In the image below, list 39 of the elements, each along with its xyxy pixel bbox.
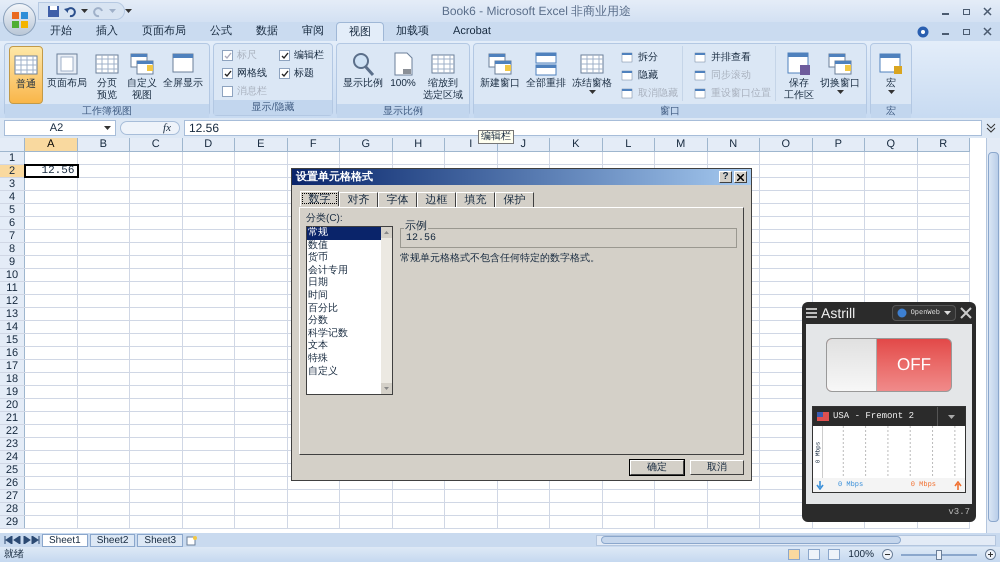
ribbon-button-label: 页面布局 [47, 78, 87, 90]
window-title: Book6 - Microsoft Excel 非商业用途 [440, 3, 632, 20]
ribbon-button-label: 预览 [97, 90, 117, 102]
ribbon-button-label: 普通 [16, 79, 36, 91]
ribbon-button-label: 保存 [789, 78, 809, 90]
checkbox-label: 编辑栏 [294, 48, 324, 63]
ribbon-button-label: 显示比例 [343, 78, 383, 90]
ribbon-button-label: 宏 [886, 78, 896, 90]
ribbon-group-label: 显示比例 [337, 104, 469, 119]
category-label: 分类(C): [306, 212, 344, 226]
ribbon-button-label: 分页 [97, 78, 117, 90]
ribbon-button-label: 冻结窗格 [572, 78, 612, 90]
sample-value: 12.56 [406, 232, 436, 246]
ribbon-button-label: 全屏显示 [163, 78, 203, 90]
sample-label: 示例 [404, 220, 428, 232]
ribbon-button-label: 缩放到 [428, 78, 458, 90]
ribbon-button-label: 选定区域 [423, 90, 463, 102]
table-cell-text: 12.56 [40, 165, 76, 177]
ribbon-button-label: 全部重排 [526, 78, 566, 90]
status-text: 就绪 [4, 548, 24, 562]
ribbon-group-label: 工作簿视图 [5, 104, 209, 119]
app-title: Astrill [821, 304, 856, 322]
version-label: v3.7 [948, 506, 970, 520]
ribbon-button-label: 100% [390, 78, 416, 90]
ribbon-group-label: 窗口 [474, 104, 866, 119]
checkbox-label: 标尺 [237, 48, 257, 63]
dialog-title: 设置单元格格式 [296, 170, 374, 185]
ribbon-button-label: 视图 [132, 90, 152, 102]
ribbon-group-label: 宏 [871, 104, 911, 119]
ribbon-button-label: 自定义 [127, 78, 157, 90]
checkbox-label: 网格线 [237, 66, 267, 81]
tooltip: 编辑栏 [478, 130, 514, 144]
ribbon-button-label: 新建窗口 [480, 78, 520, 90]
ribbon-button-label: 切换窗口 [820, 78, 860, 90]
checkbox-label: 消息栏 [237, 84, 267, 99]
ribbon-button-label: 工作区 [784, 90, 814, 102]
ribbon-group-label: 显示/隐藏 [214, 100, 332, 115]
format-description: 常规单元格格式不包含任何特定的数字格式。 [400, 252, 601, 266]
checkbox-label: 标题 [294, 66, 314, 81]
